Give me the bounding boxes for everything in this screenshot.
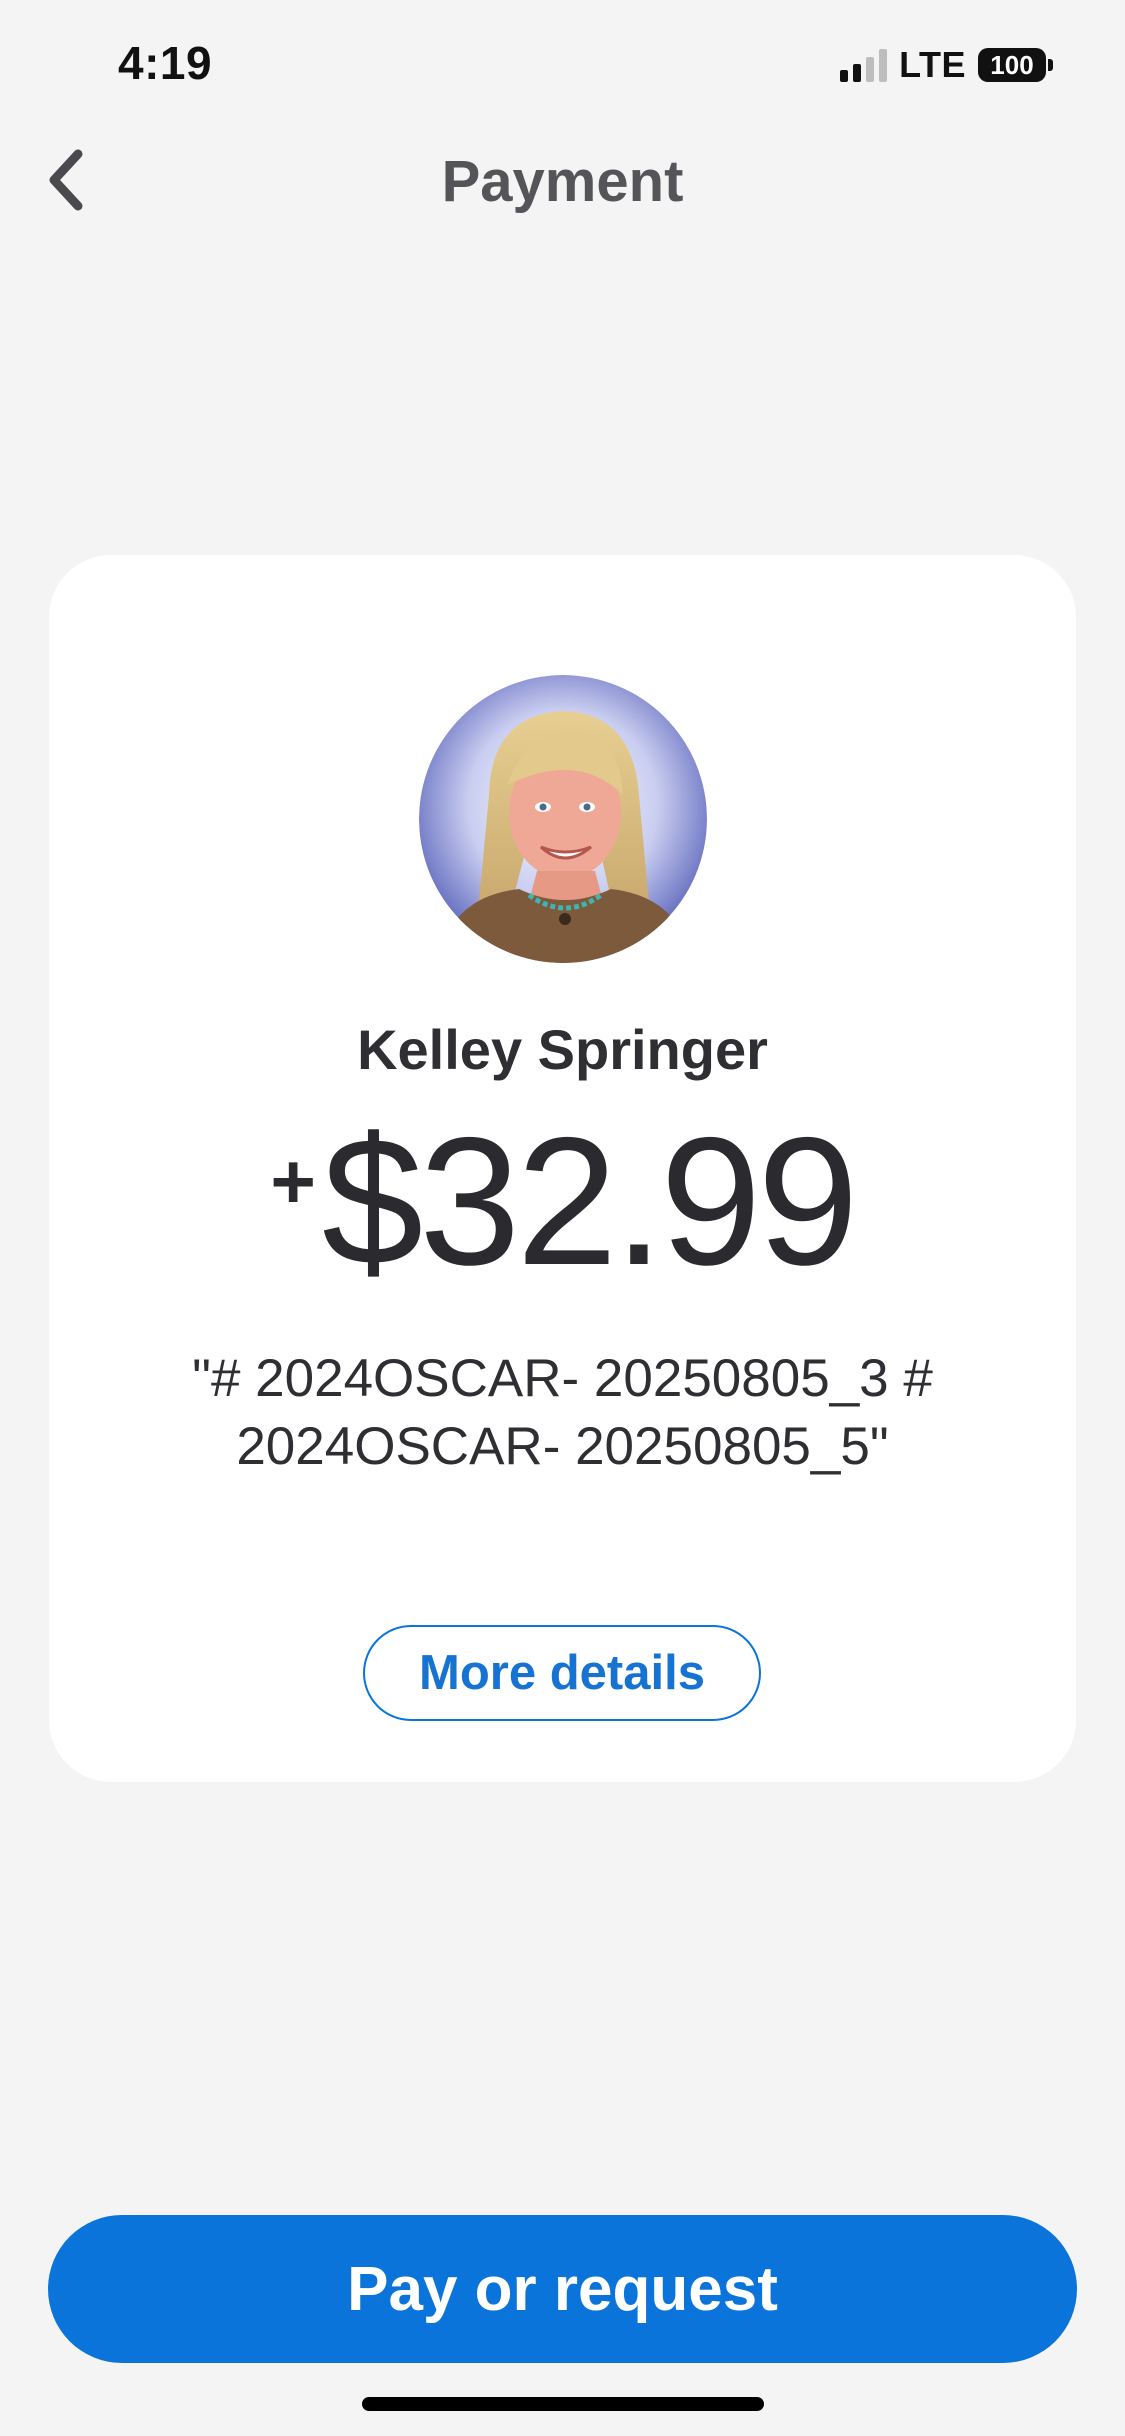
payment-note: "# 2024OSCAR- 20250805_3 # 2024OSCAR- 20… <box>192 1349 933 1476</box>
amount-display: + $32.99 <box>49 1110 1076 1292</box>
home-indicator <box>362 2397 764 2411</box>
amount-sign: + <box>270 1137 316 1225</box>
amount-value: $32.99 <box>321 1099 859 1303</box>
status-time: 4:19 <box>118 37 213 89</box>
avatar <box>419 675 707 963</box>
battery-cap <box>1048 59 1053 71</box>
payer-name: Kelley Springer <box>357 1018 768 1081</box>
network-type: LTE <box>899 44 966 85</box>
pay-or-request-button[interactable]: Pay or request <box>48 2215 1077 2363</box>
battery-level: 100 <box>990 49 1034 80</box>
more-details-button[interactable]: More details <box>363 1625 761 1721</box>
page-title: Payment <box>441 149 684 214</box>
battery-icon: 100 <box>978 48 1046 82</box>
payment-card: Kelley Springer + $32.99 "# 2024OSCAR- 2… <box>49 555 1076 1782</box>
avatar-photo <box>419 675 707 963</box>
status-bar: 4:19 LTE 100 <box>0 0 1125 130</box>
status-indicators: LTE 100 <box>840 42 1053 88</box>
cellular-signal-icon <box>840 48 888 82</box>
